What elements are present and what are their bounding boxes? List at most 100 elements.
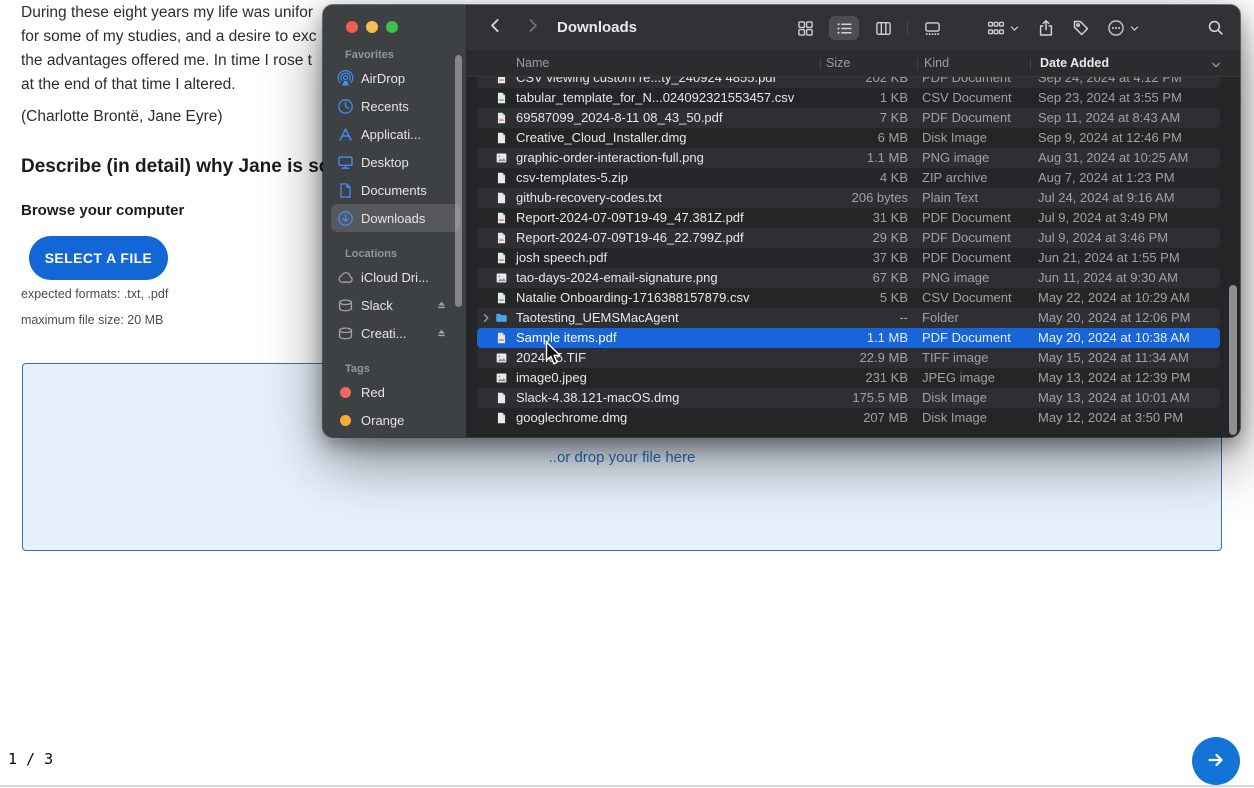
file-date-added: May 12, 2024 at 3:50 PM [1038,408,1183,428]
column-view-icon[interactable] [873,16,893,40]
pdf-file-icon [495,331,508,345]
file-kind: PNG image [922,268,989,288]
sidebar-scrollbar[interactable] [455,55,462,307]
table-row[interactable]: Slack-4.38.121-macOS.dmg175.5 MBDisk Ima… [477,388,1220,408]
sidebar-item-red[interactable]: Red [331,378,460,406]
page-file-icon [495,131,508,145]
sidebar-item-icloud-dri[interactable]: iCloud Dri... [331,263,460,291]
back-icon[interactable] [487,17,504,39]
sidebar-item-documents[interactable]: Documents [331,176,460,204]
finder-sidebar: FavoritesAirDropRecentsApplicati...Deskt… [323,5,467,437]
table-row[interactable]: tabular_template_for_N...024092321553457… [477,88,1220,108]
sidebar-item-label: Downloads [361,211,425,226]
sidebar-section-label: Locations [345,248,466,260]
file-size: 67 KB [807,268,908,288]
window-title: Downloads [557,19,637,36]
group-by-icon[interactable] [987,19,1005,37]
file-name: 2024.05.TIF [516,348,586,368]
file-size: 29 KB [807,228,908,248]
image-file-icon [495,151,508,165]
file-size: 1 KB [807,88,908,108]
eject-icon[interactable] [433,325,450,342]
file-date-added: Jul 9, 2024 at 3:49 PM [1038,208,1168,228]
sidebar-section-label: Tags [345,363,466,375]
table-row[interactable]: tao-days-2024-email-signature.png67 KBPN… [477,268,1220,288]
more-options-icon[interactable] [1107,19,1125,37]
sidebar-item-desktop[interactable]: Desktop [331,148,460,176]
tag-icon[interactable] [1072,19,1090,37]
share-icon[interactable] [1037,19,1055,37]
column-header-date-added[interactable]: Date Added [1040,56,1109,70]
file-name: image0.jpeg [516,368,587,388]
table-row[interactable]: Taotesting_UEMSMacAgent--FolderMay 20, 2… [477,308,1220,328]
column-header-kind[interactable]: Kind [924,56,949,70]
file-date-added: May 22, 2024 at 10:29 AM [1038,288,1190,308]
chevron-down-icon[interactable] [1009,23,1020,34]
table-row[interactable]: Creative_Cloud_Installer.dmg6 MBDisk Ima… [477,128,1220,148]
file-date-added: Jun 21, 2024 at 1:55 PM [1038,248,1180,268]
column-divider [820,58,821,70]
list-scrollbar[interactable] [1229,285,1237,435]
table-row[interactable]: 69587099_2024-8-11 08_43_50.pdf7 KBPDF D… [477,108,1220,128]
chevron-down-icon[interactable] [1129,23,1140,34]
eject-icon[interactable] [433,297,450,314]
table-row[interactable]: 2024.05.TIF22.9 MBTIFF imageMay 15, 2024… [477,348,1220,368]
table-row[interactable]: Report-2024-07-09T19-49_47.381Z.pdf31 KB… [477,208,1220,228]
pdf-file-icon [495,231,508,245]
pdf-file-icon [495,111,508,125]
file-name: Natalie Onboarding-1716388157879.csv [516,288,749,308]
sidebar-item-creati[interactable]: Creati... [331,319,460,347]
table-row[interactable]: googlechrome.dmg207 MBDisk ImageMay 12, … [477,408,1220,428]
sidebar-item-orange[interactable]: Orange [331,406,460,434]
disk-icon [337,325,354,342]
passage-text: During these eight years my life was uni… [21,1,317,97]
browse-label: Browse your computer [21,202,184,219]
table-row[interactable]: josh speech.pdf37 KBPDF DocumentJun 21, … [477,248,1220,268]
sidebar-item-recents[interactable]: Recents [331,92,460,120]
file-date-added: Jul 9, 2024 at 3:46 PM [1038,228,1168,248]
file-date-added: Sep 23, 2024 at 3:55 PM [1038,88,1182,108]
downloads-icon [337,210,354,227]
file-name: graphic-order-interaction-full.png [516,148,704,168]
sidebar-item-airdrop[interactable]: AirDrop [331,64,460,92]
next-page-button[interactable] [1192,737,1240,785]
file-date-added: May 20, 2024 at 10:38 AM [1038,328,1190,348]
file-kind: PNG image [922,148,989,168]
csv-file-icon [495,291,508,305]
file-date-added: Jul 24, 2024 at 9:16 AM [1038,188,1175,208]
column-header-name[interactable]: Name [516,56,549,70]
file-kind: ZIP archive [922,168,988,188]
sidebar-item-applicati[interactable]: Applicati... [331,120,460,148]
file-name: 69587099_2024-8-11 08_43_50.pdf [516,108,723,128]
sidebar-item-slack[interactable]: Slack [331,291,460,319]
forward-icon[interactable] [524,17,541,39]
table-row[interactable]: Natalie Onboarding-1716388157879.csv5 KB… [477,288,1220,308]
file-date-added: Sep 9, 2024 at 12:46 PM [1038,128,1182,148]
page-bottom-divider [0,785,1254,787]
documents-icon [337,182,354,199]
file-name: Report-2024-07-09T19-49_47.381Z.pdf [516,208,744,228]
sidebar-item-downloads[interactable]: Downloads [331,204,460,232]
column-header-size[interactable]: Size [826,56,850,70]
select-file-button[interactable]: SELECT A FILE [29,236,168,280]
disclosure-chevron-icon[interactable] [481,308,491,328]
table-row[interactable]: Report-2024-07-09T19-46_22.799Z.pdf29 KB… [477,228,1220,248]
grid-view-icon[interactable] [795,16,815,40]
search-icon[interactable] [1207,19,1224,41]
disk-icon [337,297,354,314]
folder-icon [495,311,508,325]
file-kind: Plain Text [922,188,978,208]
table-row[interactable]: image0.jpeg231 KBJPEG imageMay 13, 2024 … [477,368,1220,388]
gallery-view-icon[interactable] [922,16,942,40]
sort-chevron-icon[interactable] [1210,58,1222,76]
file-date-added: Aug 7, 2024 at 1:23 PM [1038,168,1175,188]
image-file-icon [495,271,508,285]
table-row[interactable]: csv-templates-5.zip4 KBZIP archiveAug 7,… [477,168,1220,188]
passage-line: During these eight years my life was uni… [21,1,317,25]
table-row[interactable]: Sample items.pdf1.1 MBPDF DocumentMay 20… [477,328,1220,348]
list-view-icon[interactable] [829,16,859,40]
table-row[interactable]: graphic-order-interaction-full.png1.1 MB… [477,148,1220,168]
finder-window[interactable]: FavoritesAirDropRecentsApplicati...Deskt… [323,5,1240,437]
list-column-header[interactable]: Name Size Kind Date Added [467,51,1240,77]
table-row[interactable]: github-recovery-codes.txt206 bytesPlain … [477,188,1220,208]
